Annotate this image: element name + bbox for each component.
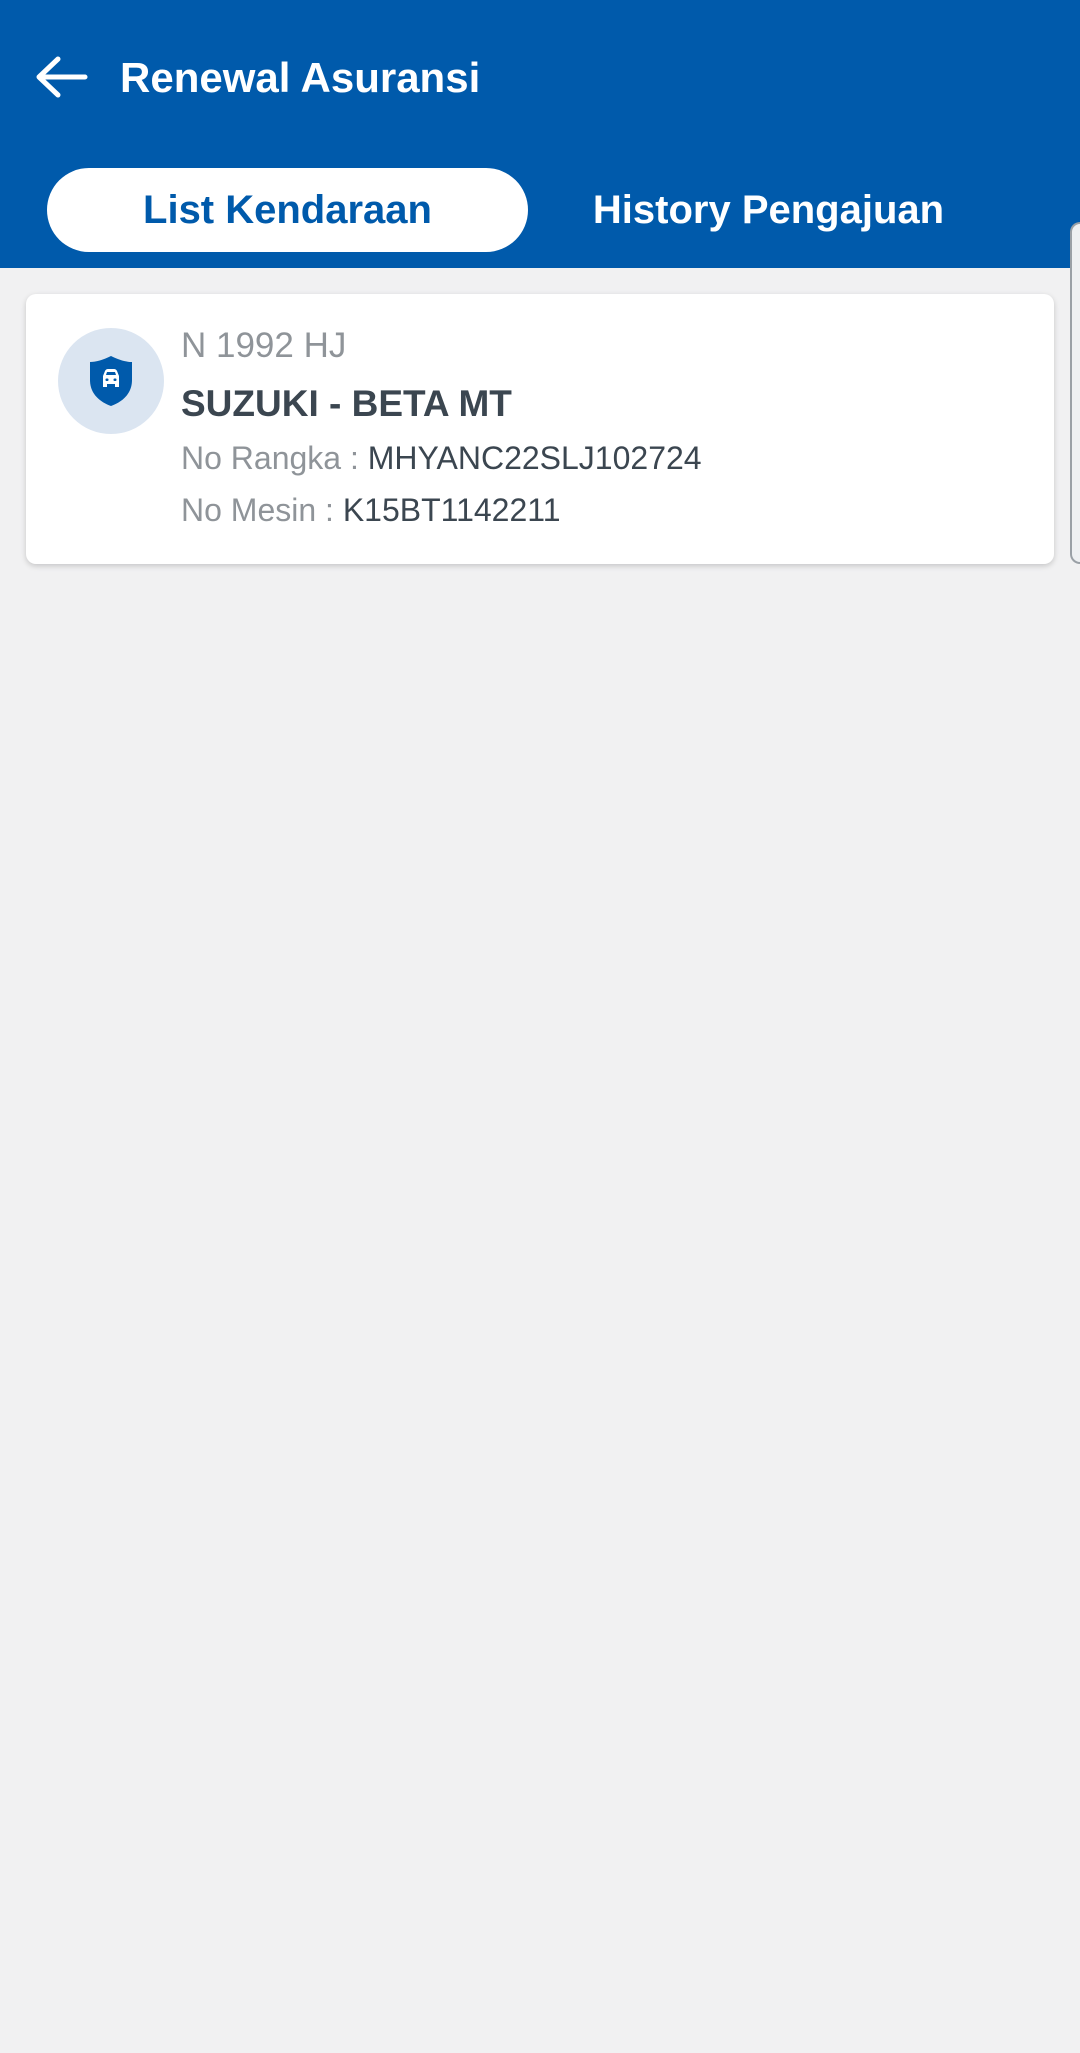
tab-history-pengajuan[interactable]: History Pengajuan — [528, 168, 1009, 252]
car-shield-icon — [90, 356, 132, 406]
tab-list-kendaraan[interactable]: List Kendaraan — [47, 168, 528, 252]
edge-panel-handle[interactable] — [1070, 222, 1080, 564]
vehicle-model: SUZUKI - BETA MT — [181, 383, 512, 424]
chassis-number-row: No Rangka : MHYANC22SLJ102724 — [181, 436, 702, 480]
arrow-left-icon — [36, 56, 88, 98]
tab-label: History Pengajuan — [592, 187, 945, 232]
chassis-value: MHYANC22SLJ102724 — [367, 440, 702, 476]
tab-label: List Kendaraan — [143, 187, 432, 232]
page-title: Renewal Asuransi — [120, 54, 481, 101]
engine-label: No Mesin : — [181, 492, 334, 528]
chassis-label: No Rangka : — [181, 440, 359, 476]
back-button[interactable] — [26, 46, 96, 108]
engine-number-row: No Mesin : K15BT1142211 — [181, 488, 560, 532]
engine-value: K15BT1142211 — [342, 492, 561, 528]
vehicle-avatar — [58, 328, 164, 434]
app-header: Renewal Asuransi List Kendaraan History … — [0, 0, 1080, 268]
vehicle-card[interactable]: N 1992 HJ SUZUKI - BETA MT No Rangka : M… — [26, 294, 1054, 564]
vehicle-plate: N 1992 HJ — [181, 326, 347, 365]
